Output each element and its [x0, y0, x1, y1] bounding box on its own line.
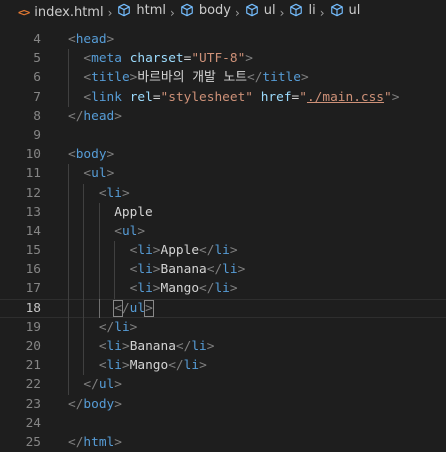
code-line[interactable]: 19 </li> — [0, 317, 446, 337]
chevron-right-icon: › — [170, 6, 175, 21]
code-line[interactable]: 8 </head> — [0, 107, 446, 126]
line-number: 19 — [25, 319, 41, 335]
line-number: 18 — [25, 300, 41, 316]
code-line-text: </ul> — [113, 299, 154, 317]
breadcrumb-item-body[interactable]: body — [180, 3, 231, 18]
breadcrumb-item-html[interactable]: html — [117, 3, 166, 18]
code-line[interactable]: 23 </body> — [0, 395, 446, 414]
line-number: 25 — [25, 434, 41, 450]
line-number: 24 — [25, 415, 41, 431]
html-file-icon: <> — [18, 5, 30, 19]
line-number: 14 — [25, 223, 41, 239]
code-line[interactable]: 20 <li>Banana</li> — [0, 337, 446, 357]
chevron-right-icon: › — [319, 6, 325, 21]
code-line-text: <body> — [68, 147, 115, 163]
line-number: 4 — [33, 32, 41, 47]
code-line[interactable]: 11 <ul> — [0, 164, 446, 184]
code-line-text: <ul> — [83, 166, 115, 182]
code-line-text: <link rel="stylesheet" href="./main.css"… — [83, 89, 400, 105]
breadcrumb-item-label: ul — [263, 2, 276, 18]
code-line[interactable]: 10 <body> — [0, 145, 446, 164]
line-number: 11 — [25, 166, 41, 182]
symbol-cube-icon — [289, 3, 303, 17]
line-number: 8 — [33, 108, 41, 124]
line-number: 7 — [33, 89, 41, 105]
symbol-cube-icon — [117, 3, 131, 17]
chevron-right-icon: › — [279, 6, 285, 21]
code-line-text: </ul> — [83, 377, 122, 393]
code-line-text: </html> — [68, 434, 122, 450]
code-line[interactable]: 17 <li>Mango</li> — [0, 279, 446, 299]
code-line[interactable]: 22 </ul> — [0, 375, 446, 395]
code-line[interactable]: 6 <title>바르바의 개발 노트</title> — [0, 68, 446, 88]
code-line[interactable]: 7 <link rel="stylesheet" href="./main.cs… — [0, 87, 446, 107]
breadcrumb-item-label: body — [198, 2, 231, 18]
symbol-cube-icon — [330, 3, 344, 17]
code-line[interactable]: 24 — [0, 414, 446, 433]
code-line-text: </head> — [68, 108, 122, 124]
breadcrumb-item-label: li — [308, 2, 316, 18]
line-number: 12 — [25, 185, 41, 201]
code-line-text: Apple — [68, 204, 153, 220]
code-line-text: <li>Banana</li> — [129, 262, 246, 278]
line-number: 6 — [33, 70, 41, 86]
chevron-right-icon: › — [107, 6, 113, 21]
code-line-text: </body> — [68, 396, 122, 412]
line-number: 23 — [25, 396, 41, 412]
line-number: 13 — [25, 204, 41, 220]
symbol-cube-icon — [180, 3, 194, 17]
code-line-text: </li> — [98, 319, 138, 335]
code-line-text: <li>Apple</li> — [129, 243, 238, 259]
code-line[interactable]: 25 </html> — [0, 433, 446, 452]
line-number: 22 — [25, 377, 41, 393]
line-number: 5 — [33, 51, 41, 67]
chevron-right-icon: › — [234, 6, 240, 21]
breadcrumb-file-label: index.html — [34, 4, 104, 20]
line-number: 16 — [25, 262, 41, 278]
line-number: 9 — [33, 127, 41, 143]
code-line-text: <title>바르바의 개발 노트</title> — [83, 70, 309, 86]
code-line[interactable]: 18 </ul> — [0, 298, 446, 318]
code-line-text: <li>Mango</li> — [129, 281, 238, 297]
code-line-text: <li> — [98, 185, 130, 201]
line-number: 21 — [25, 358, 41, 374]
code-line[interactable]: 21 <li>Mango</li> — [0, 356, 446, 376]
line-number: 20 — [25, 339, 41, 354]
code-line[interactable]: 12 <li> — [0, 183, 446, 203]
code-line[interactable]: 13 Apple — [0, 202, 446, 222]
symbol-cube-icon — [245, 3, 259, 17]
code-line[interactable]: 14 <ul> — [0, 221, 446, 242]
breadcrumb-item-ul[interactable]: ul — [245, 3, 276, 18]
code-line-text: <li>Mango</li> — [98, 358, 207, 374]
breadcrumb-file[interactable]: <> index.html — [18, 5, 104, 20]
breadcrumb-item-ul[interactable]: ul — [330, 2, 361, 18]
breadcrumb-item-label: html — [136, 2, 166, 18]
code-line-text: <li>Banana</li> — [98, 339, 215, 354]
code-editor[interactable]: <> index.html › html › body › ul › li › ul 4 <head… — [0, 0, 446, 452]
breadcrumb-item-li[interactable]: li — [289, 2, 316, 18]
breadcrumb-item-label: ul — [348, 2, 361, 18]
code-line[interactable]: 16 <li>Banana</li> — [0, 260, 446, 280]
code-line[interactable]: 15 <li>Apple</li> — [0, 241, 446, 261]
code-line-text: <head> — [68, 32, 115, 47]
line-number: 10 — [25, 147, 41, 163]
code-line-text: <ul> — [114, 223, 146, 239]
breadcrumb: <> index.html › html › body › ul › li › ul — [0, 0, 446, 24]
code-line[interactable]: 5 <meta charset="UTF-8"> — [0, 49, 446, 69]
code-line-text: <meta charset="UTF-8"> — [83, 51, 253, 67]
code-line[interactable]: 4 <head> — [0, 30, 446, 49]
line-number: 17 — [25, 281, 41, 297]
line-number: 15 — [25, 243, 41, 259]
code-line[interactable]: 9 — [0, 126, 446, 145]
code-area[interactable]: 4 <head> 5 <meta charset="UTF-8"> 6 <title>… — [0, 30, 446, 452]
